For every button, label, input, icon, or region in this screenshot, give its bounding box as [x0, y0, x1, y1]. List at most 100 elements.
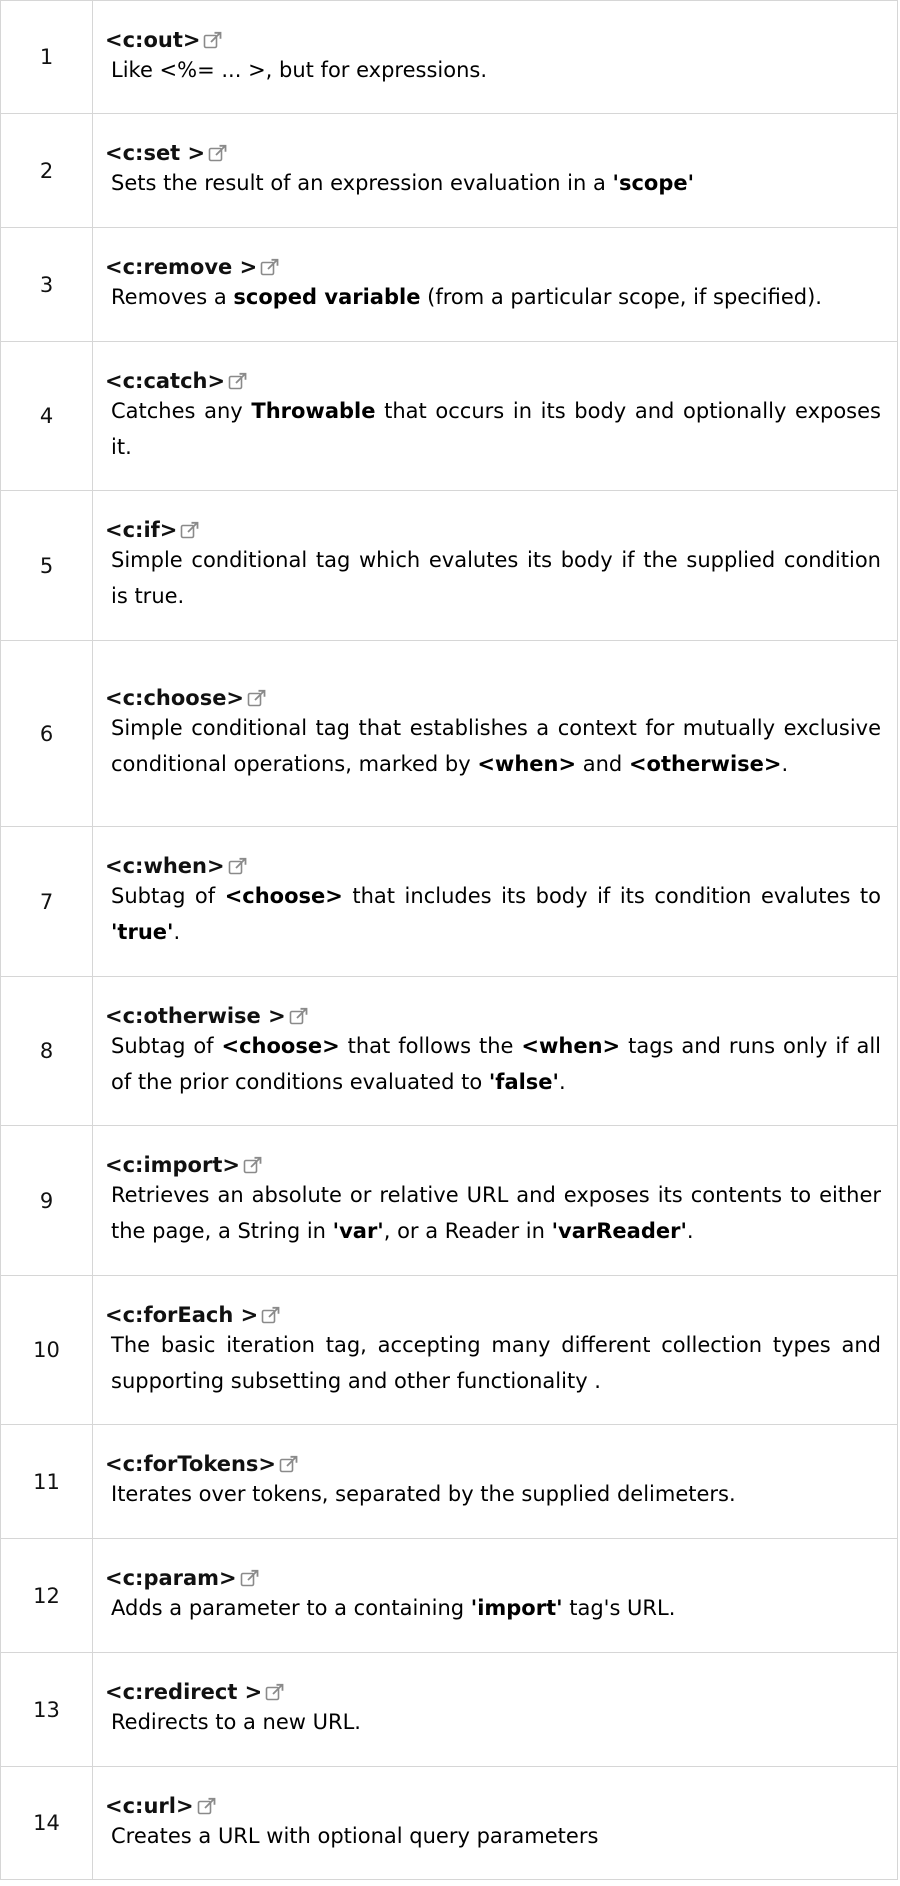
- bold-term: 'import': [470, 1596, 563, 1620]
- tag-heading: <c:import>: [105, 1151, 881, 1177]
- external-link-icon[interactable]: [179, 520, 201, 540]
- text-run: Subtag of: [111, 1033, 222, 1058]
- row-number: 10: [0, 1275, 93, 1425]
- tag-link[interactable]: <c:forTokens>: [105, 1452, 276, 1476]
- external-link-icon[interactable]: [227, 371, 249, 391]
- tag-heading: <c:otherwise >: [105, 1002, 881, 1028]
- text-run: that follows the: [339, 1033, 522, 1058]
- bold-term: <otherwise>: [628, 752, 782, 776]
- tag-description: Subtag of <choose> that includes its bod…: [111, 884, 881, 944]
- tag-link[interactable]: <c:if>: [105, 518, 177, 542]
- tag-heading: <c:url>: [105, 1792, 881, 1818]
- row-number: 8: [0, 976, 93, 1126]
- bold-term: 'true': [111, 920, 174, 944]
- external-link-icon[interactable]: [278, 1454, 300, 1474]
- tag-link[interactable]: <c:url>: [105, 1794, 194, 1818]
- text-run: Adds a parameter to a containing: [111, 1596, 471, 1620]
- external-link-icon[interactable]: [239, 1568, 261, 1588]
- row-number: 6: [0, 640, 93, 827]
- row-number: 7: [0, 826, 93, 977]
- text-run: and: [576, 752, 629, 776]
- text-run: Removes a: [111, 285, 234, 309]
- tag-description-cell: <c:url> Creates a URL with optional quer…: [92, 1766, 898, 1880]
- table-row: 10 <c:forEach > The basic iteration tag,…: [0, 1275, 898, 1425]
- table-row: 13 <c:redirect > Redirects to a new URL.: [0, 1652, 898, 1767]
- tag-description: Redirects to a new URL.: [111, 1710, 361, 1734]
- table-row: 5 <c:if> Simple conditional tag which ev…: [0, 490, 898, 641]
- table-row: 11 <c:forTokens> Iterates over tokens, s…: [0, 1424, 898, 1539]
- tag-description-cell: <c:when> Subtag of <choose> that include…: [92, 826, 898, 977]
- tag-link[interactable]: <c:otherwise >: [105, 1004, 286, 1028]
- tag-description-cell: <c:if> Simple conditional tag which eval…: [92, 490, 898, 641]
- bold-term: Throwable: [251, 398, 376, 423]
- text-run: Like <%= ... >, but for expressions.: [111, 57, 488, 82]
- bold-term: 'varReader': [551, 1219, 687, 1243]
- external-link-icon[interactable]: [246, 688, 268, 708]
- table-row: 2 <c:set > Sets the result of an express…: [0, 113, 898, 228]
- tag-link[interactable]: <c:set >: [105, 141, 205, 165]
- tag-description: Adds a parameter to a containing 'import…: [111, 1596, 675, 1620]
- text-run: .: [686, 1219, 694, 1243]
- row-number: 13: [0, 1652, 93, 1767]
- tag-heading: <c:when>: [105, 852, 881, 878]
- tag-heading: <c:redirect >: [105, 1678, 881, 1704]
- bold-term: 'false': [488, 1069, 559, 1094]
- tag-heading: <c:forEach >: [105, 1301, 881, 1327]
- tag-link[interactable]: <c:forEach >: [105, 1303, 258, 1327]
- text-run: The basic iteration tag, accepting many …: [111, 1332, 881, 1393]
- text-run: Simple conditional tag which evalutes it…: [111, 548, 881, 608]
- external-link-icon[interactable]: [242, 1155, 264, 1175]
- external-link-icon[interactable]: [259, 257, 281, 277]
- tag-link[interactable]: <c:param>: [105, 1566, 237, 1590]
- external-link-icon[interactable]: [288, 1006, 310, 1026]
- row-number: 4: [0, 341, 93, 491]
- tag-description: Subtag of <choose> that follows the <whe…: [111, 1034, 881, 1094]
- row-number: 11: [0, 1424, 93, 1539]
- table-row: 1 <c:out> Like <%= ... >, but for expres…: [0, 0, 898, 114]
- tag-link[interactable]: <c:catch>: [105, 369, 225, 393]
- tag-description-cell: <c:catch> Catches any Throwable that occ…: [92, 341, 898, 491]
- text-run: Iterates over tokens, separated by the s…: [111, 1482, 736, 1506]
- tag-heading: <c:choose>: [105, 684, 881, 710]
- tag-link[interactable]: <c:redirect >: [105, 1680, 262, 1704]
- table-row: 8 <c:otherwise > Subtag of <choose> that…: [0, 976, 898, 1126]
- bold-term: <choose>: [224, 884, 343, 908]
- tag-link[interactable]: <c:import>: [105, 1153, 240, 1177]
- tag-description-cell: <c:forTokens> Iterates over tokens, sepa…: [92, 1424, 898, 1539]
- tag-description: Simple conditional tag that establishes …: [111, 716, 881, 776]
- tag-heading: <c:if>: [105, 516, 881, 542]
- tag-rows: 1 <c:out> Like <%= ... >, but for expres…: [0, 0, 898, 1880]
- external-link-icon[interactable]: [260, 1305, 282, 1325]
- jstl-core-tags-table: 1 <c:out> Like <%= ... >, but for expres…: [0, 0, 898, 1880]
- tag-link[interactable]: <c:remove >: [105, 255, 257, 279]
- tag-description-cell: <c:param> Adds a parameter to a containi…: [92, 1538, 898, 1653]
- tag-heading: <c:remove >: [105, 253, 881, 279]
- external-link-icon[interactable]: [196, 1796, 218, 1816]
- table-row: 9 <c:import> Retrieves an absolute or re…: [0, 1125, 898, 1276]
- text-run: Creates a URL with optional query parame…: [111, 1823, 599, 1848]
- row-number: 1: [0, 0, 93, 114]
- text-run: .: [781, 752, 789, 776]
- bold-term: 'scope': [612, 171, 695, 195]
- external-link-icon[interactable]: [264, 1682, 286, 1702]
- tag-description-cell: <c:redirect > Redirects to a new URL.: [92, 1652, 898, 1767]
- row-number: 5: [0, 490, 93, 641]
- tag-description: Simple conditional tag which evalutes it…: [111, 548, 881, 608]
- tag-description: Sets the result of an expression evaluat…: [111, 171, 694, 195]
- tag-link[interactable]: <c:choose>: [105, 686, 244, 710]
- external-link-icon[interactable]: [202, 30, 224, 50]
- table-row: 6 <c:choose> Simple conditional tag that…: [0, 640, 898, 827]
- tag-description: Creates a URL with optional query parame…: [111, 1824, 598, 1848]
- bold-term: scoped variable: [233, 285, 421, 309]
- text-run: Subtag of: [111, 884, 225, 908]
- tag-description: The basic iteration tag, accepting many …: [111, 1333, 881, 1393]
- text-run: tag's URL.: [562, 1596, 676, 1620]
- table-row: 14 <c:url> Creates a URL with optional q…: [0, 1766, 898, 1880]
- row-number: 3: [0, 227, 93, 342]
- tag-link[interactable]: <c:out>: [105, 28, 200, 52]
- tag-description: Iterates over tokens, separated by the s…: [111, 1482, 736, 1506]
- tag-link[interactable]: <c:when>: [105, 854, 225, 878]
- external-link-icon[interactable]: [207, 143, 229, 163]
- text-run: .: [558, 1069, 566, 1094]
- external-link-icon[interactable]: [227, 856, 249, 876]
